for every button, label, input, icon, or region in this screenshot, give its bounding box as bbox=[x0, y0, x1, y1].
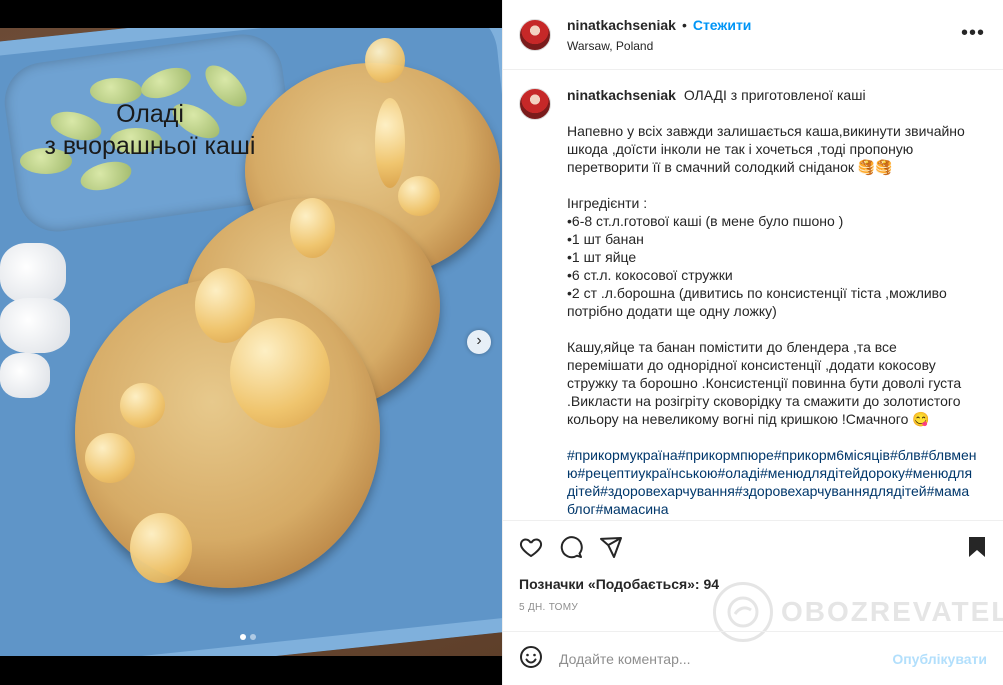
carousel-dot-active bbox=[240, 634, 246, 640]
watermark-text: OBOZREVATEL bbox=[781, 596, 1003, 627]
sauce-drop bbox=[375, 98, 405, 188]
sauce-drop bbox=[398, 176, 440, 216]
post-time[interactable]: 5 ДН. ТОМУ bbox=[519, 602, 578, 613]
bookmark-icon[interactable] bbox=[965, 535, 989, 559]
action-bar bbox=[503, 520, 1003, 572]
emoji-icon[interactable] bbox=[519, 645, 543, 672]
carousel-dot bbox=[250, 634, 256, 640]
add-comment-bar: Опублікувати bbox=[503, 631, 1003, 685]
image-overlay-line2: з вчорашньої каші bbox=[44, 132, 256, 160]
sauce-drop bbox=[365, 38, 405, 83]
sauce-drop bbox=[230, 318, 330, 428]
image-overlay-line1: Оладі bbox=[116, 100, 184, 128]
post-header-meta: ninatkachseniak • Стежити Warsaw, Poland bbox=[567, 17, 751, 53]
caption-text: ninatkachseniak ОЛАДІ з приготовленої ка… bbox=[567, 86, 977, 518]
caption-block: ninatkachseniak ОЛАДІ з приготовленої ка… bbox=[519, 86, 987, 518]
caption-method: Кашу,яйце та банан помістити до блендера… bbox=[567, 339, 962, 427]
comment-input[interactable] bbox=[559, 650, 879, 667]
separator-dot: • bbox=[681, 16, 687, 33]
carousel-indicator bbox=[240, 634, 256, 640]
post-image[interactable]: Оладі з вчорашньої каші bbox=[0, 28, 502, 656]
caption-username[interactable]: ninatkachseniak bbox=[567, 87, 676, 103]
sauce-drop bbox=[130, 513, 192, 583]
likes-count[interactable]: Позначки «Подобається»: 94 bbox=[519, 576, 719, 592]
heart-icon[interactable] bbox=[519, 535, 543, 559]
carousel-next-button[interactable]: › bbox=[467, 330, 491, 354]
sauce-drop bbox=[85, 433, 135, 483]
follow-button[interactable]: Стежити bbox=[693, 17, 752, 33]
sauce-drop bbox=[290, 198, 335, 258]
sauce-drop bbox=[120, 383, 165, 428]
caption-hashtags[interactable]: #прикормукраїна#прикормпюре#прикорм6міся… bbox=[567, 446, 977, 518]
share-icon[interactable] bbox=[599, 535, 623, 559]
comments-area: ninatkachseniak ОЛАДІ з приготовленої ка… bbox=[503, 70, 1003, 520]
post-header: ninatkachseniak • Стежити Warsaw, Poland… bbox=[503, 0, 1003, 70]
avatar[interactable] bbox=[519, 18, 551, 51]
caption-title: ОЛАДІ з приготовленої каші bbox=[683, 87, 866, 103]
location-link[interactable]: Warsaw, Poland bbox=[567, 39, 751, 53]
chevron-right-icon: › bbox=[476, 332, 482, 349]
more-options-icon[interactable]: ••• bbox=[961, 23, 985, 43]
image-overlay-text: Оладі з вчорашньої каші bbox=[40, 98, 260, 162]
post-side-panel: ninatkachseniak • Стежити Warsaw, Poland… bbox=[502, 0, 1003, 685]
username-link[interactable]: ninatkachseniak bbox=[567, 17, 676, 33]
cheese-graphic bbox=[0, 243, 70, 403]
caption-intro: Напевно у всіх завжди залишається каша,в… bbox=[567, 123, 965, 175]
avatar[interactable] bbox=[519, 88, 551, 120]
photo-pane: Оладі з вчорашньої каші › bbox=[0, 0, 502, 685]
publish-button[interactable]: Опублікувати bbox=[892, 651, 987, 667]
caption-ingredients: Інгредієнти : •6-8 ст.л.готової каші (в … bbox=[567, 195, 947, 319]
comment-icon[interactable] bbox=[559, 535, 583, 559]
